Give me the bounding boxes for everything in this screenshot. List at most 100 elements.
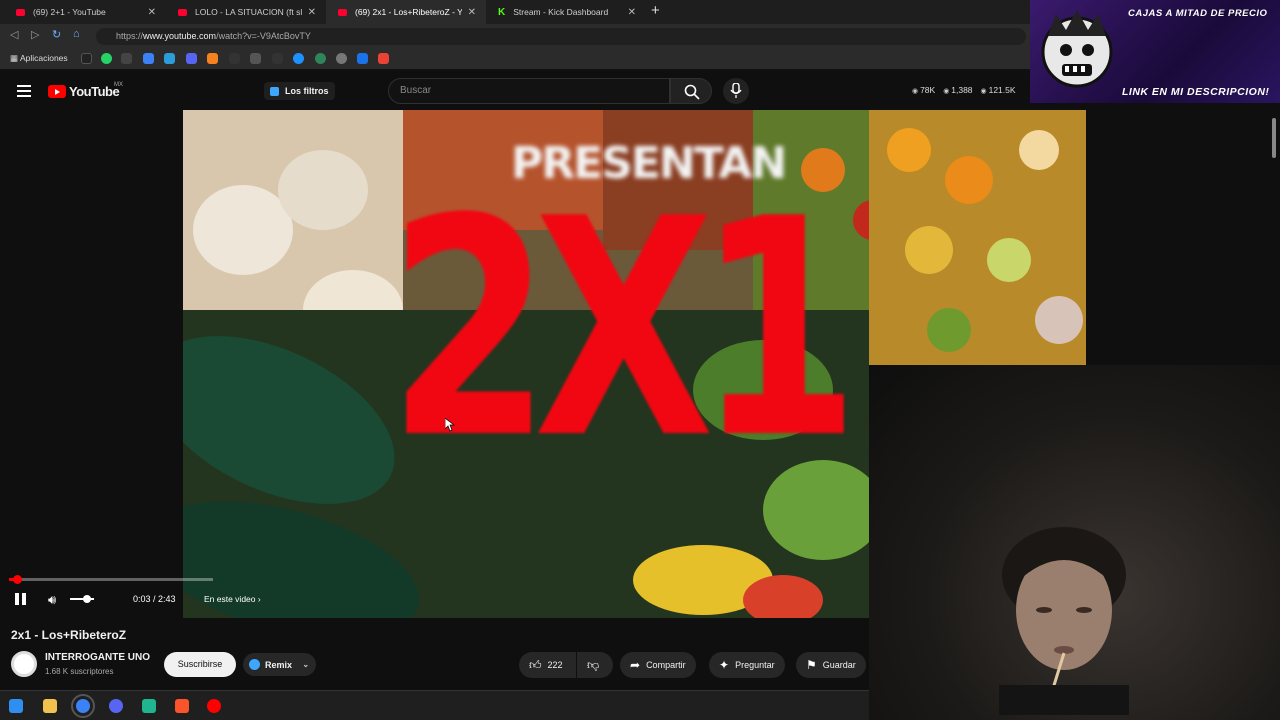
bookmark-icon: ⚑ xyxy=(806,658,817,672)
bookmark-icon[interactable] xyxy=(336,53,347,64)
progress-bar[interactable] xyxy=(9,578,213,581)
overlay-top-text: CAJAS A MITAD DE PRECIO xyxy=(1128,8,1268,19)
stat-value: 121.5K xyxy=(981,85,1016,95)
search-button[interactable] xyxy=(670,78,712,104)
stream-stats: 78K 1,388 121.5K xyxy=(912,85,1016,95)
close-icon[interactable]: ✕ xyxy=(148,7,156,18)
bookmark-icon[interactable] xyxy=(207,53,218,64)
mouse-cursor-icon xyxy=(445,418,455,432)
share-icon: ➦ xyxy=(630,658,641,672)
windows-start-icon[interactable] xyxy=(9,699,23,713)
microphone-icon xyxy=(730,83,742,98)
overlay-bottom-text: LINK EN MI DESCRIPCION! xyxy=(1122,86,1270,98)
youtube-app-icon[interactable] xyxy=(207,699,221,713)
youtube-play-icon xyxy=(48,85,66,98)
app-icon[interactable] xyxy=(142,699,156,713)
url-field[interactable]: https://www.youtube.com/watch?v=-V9AtcBo… xyxy=(96,28,1026,45)
bookmarks-bar: ▦ Aplicaciones xyxy=(0,48,1030,70)
dislike-button[interactable]: 👎︎ xyxy=(577,652,613,678)
filters-button[interactable]: Los filtros xyxy=(264,82,335,100)
tab-title: Stream - Kick Dashboard xyxy=(513,7,609,17)
webcam-feed xyxy=(869,365,1280,720)
ask-button[interactable]: ✦ Preguntar xyxy=(709,652,785,678)
os-taskbar xyxy=(0,690,869,720)
home-icon[interactable]: ⌂ xyxy=(73,28,80,40)
bookmark-icon[interactable] xyxy=(272,53,283,64)
back-icon[interactable]: ◁ xyxy=(10,28,18,41)
bookmark-icon[interactable] xyxy=(250,53,261,64)
apps-label: Aplicaciones xyxy=(19,53,68,63)
mascot-logo xyxy=(1041,10,1113,88)
file-explorer-icon[interactable] xyxy=(43,699,57,713)
channel-avatar[interactable] xyxy=(11,651,37,677)
tab-2x1-active[interactable]: (69) 2x1 - Los+RibeteroZ - Y ✕ xyxy=(326,0,486,24)
remix-button[interactable]: Remix ⌄ xyxy=(243,653,317,676)
bookmark-icon[interactable] xyxy=(121,53,132,64)
youtube-wordmark: YouTube xyxy=(69,84,120,99)
hamburger-menu-icon[interactable] xyxy=(17,85,31,100)
browser-icon[interactable] xyxy=(71,694,95,718)
video-player[interactable]: PRESENTAN 2X1 xyxy=(183,110,869,618)
volume-icon[interactable]: 🔊︎ xyxy=(48,592,56,608)
share-button[interactable]: ➦ Compartir xyxy=(620,652,696,678)
save-button[interactable]: ⚑ Guardar xyxy=(796,652,866,678)
bookmark-icon[interactable] xyxy=(164,53,175,64)
close-icon[interactable]: ✕ xyxy=(628,7,636,18)
ask-label: Preguntar xyxy=(735,660,775,670)
youtube-icon xyxy=(338,8,347,16)
search-icon xyxy=(684,84,700,100)
new-tab-button[interactable]: + xyxy=(651,2,660,19)
reload-icon[interactable]: ↻ xyxy=(52,28,61,41)
gmail-icon[interactable] xyxy=(378,53,389,64)
video-caption-2x1: 2X1 xyxy=(388,155,860,504)
progress-scrubber[interactable] xyxy=(13,575,22,584)
country-code: MX xyxy=(114,82,123,88)
close-icon[interactable]: ✕ xyxy=(468,7,476,18)
app-icon[interactable] xyxy=(109,699,123,713)
scrollbar-thumb[interactable] xyxy=(1272,118,1276,158)
search-placeholder: Buscar xyxy=(400,85,432,96)
bookmark-icon[interactable] xyxy=(81,53,92,64)
chapter-button[interactable]: En este video › xyxy=(204,594,261,604)
like-button[interactable]: 👍︎ 222 xyxy=(519,652,576,678)
kick-icon: K xyxy=(498,6,506,18)
time-display: 0:03 / 2:43 xyxy=(133,594,176,604)
thumbs-up-icon: 👍︎ xyxy=(529,657,542,672)
thumbs-down-icon: 👎︎ xyxy=(587,657,600,672)
whatsapp-icon[interactable] xyxy=(101,53,112,64)
background-market-image xyxy=(869,110,1086,365)
stat-value: 78K xyxy=(912,85,935,95)
bookmark-icon[interactable] xyxy=(315,53,326,64)
stream-overlay-banner: CAJAS A MITAD DE PRECIO LINK EN MI DESCR… xyxy=(1030,0,1280,103)
streamer-face xyxy=(999,527,1129,715)
save-label: Guardar xyxy=(822,660,856,670)
bookmark-icon[interactable] xyxy=(143,53,154,64)
channel-name[interactable]: INTERROGANTE UNO xyxy=(45,652,150,663)
subscriber-count: 1.68 K suscriptores xyxy=(45,667,114,676)
apps-bookmark[interactable]: ▦ Aplicaciones xyxy=(10,53,68,64)
tab-title: LOLO - LA SITUACION (ft slimes xyxy=(195,7,302,17)
bookmark-icon[interactable] xyxy=(293,53,304,64)
discord-icon[interactable] xyxy=(186,53,197,64)
brave-icon[interactable] xyxy=(175,699,189,713)
youtube-icon xyxy=(16,8,25,16)
search-input[interactable]: Buscar xyxy=(388,78,670,104)
youtube-header: YouTube MX Los filtros Buscar 78K 1,388 … xyxy=(0,70,1030,110)
forward-icon[interactable]: ▷ xyxy=(31,28,39,41)
youtube-logo[interactable]: YouTube MX xyxy=(48,82,123,99)
like-count: 222 xyxy=(547,660,563,670)
subscribe-button[interactable]: Suscribirse xyxy=(164,652,236,677)
bookmark-icon[interactable] xyxy=(357,53,368,64)
volume-knob[interactable] xyxy=(83,595,91,603)
close-icon[interactable]: ✕ xyxy=(308,7,316,18)
tab-lolo[interactable]: LOLO - LA SITUACION (ft slimes ✕ xyxy=(166,0,326,24)
voice-search-button[interactable] xyxy=(723,78,749,104)
video-title: 2x1 - Los+RibeteroZ xyxy=(11,628,127,642)
tab-kick-dashboard[interactable]: K Stream - Kick Dashboard ✕ xyxy=(486,0,646,24)
tab-youtube-2plus1[interactable]: (69) 2+1 - YouTube ✕ xyxy=(4,0,166,24)
filters-label: Los filtros xyxy=(285,86,329,96)
pause-button[interactable] xyxy=(15,593,27,605)
share-label: Compartir xyxy=(646,660,686,670)
page-scrollbar[interactable] xyxy=(1268,110,1280,365)
bookmark-icon[interactable] xyxy=(229,53,240,64)
